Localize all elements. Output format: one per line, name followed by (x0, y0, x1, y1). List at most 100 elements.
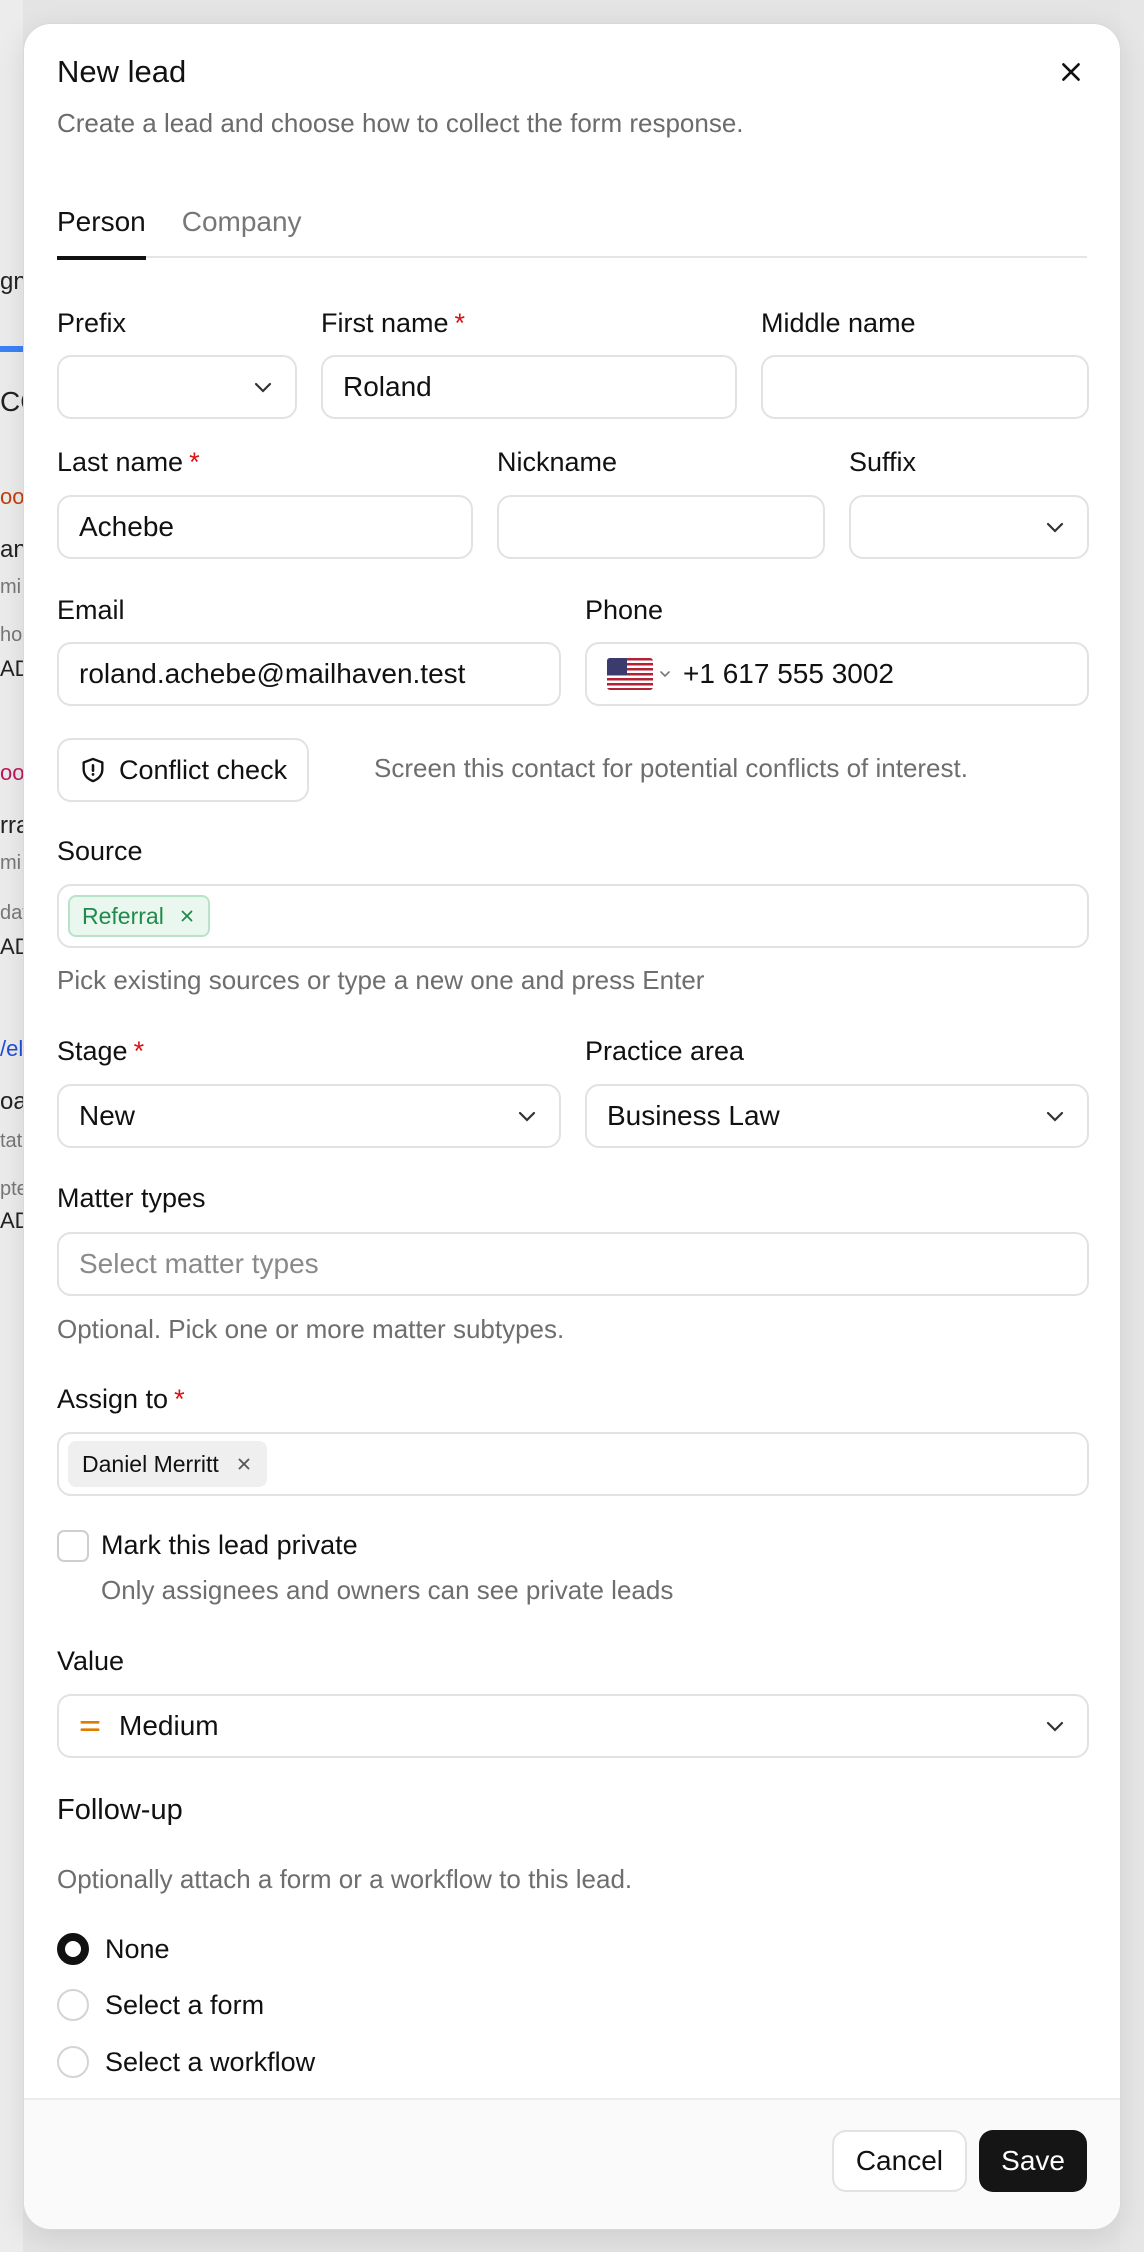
phone-label: Phone (585, 595, 664, 625)
practice-area-value: Business Law (607, 1100, 780, 1131)
remove-chip-icon[interactable] (178, 907, 196, 925)
chevron-down-icon (1046, 1111, 1064, 1122)
source-label: Source (57, 836, 143, 866)
required-marker: * (454, 308, 466, 338)
follow-up-description: Optionally attach a form or a workflow t… (57, 1864, 633, 1894)
private-label: Mark this lead private (101, 1530, 358, 1560)
radio-select-form[interactable] (57, 1989, 89, 2021)
background-text: tat (0, 1130, 23, 1152)
private-help: Only assignees and owners can see privat… (101, 1575, 674, 1605)
new-lead-dialog: New lead Create a lead and choose how to… (23, 23, 1121, 2230)
stage-label-text: Stage (57, 1036, 128, 1066)
background-text: pte (0, 1178, 23, 1200)
background-text: AD (0, 934, 23, 959)
assign-to-input[interactable]: Daniel Merritt (57, 1432, 1089, 1496)
last-name-input[interactable]: Achebe (57, 495, 473, 559)
source-chip-label: Referral (82, 902, 164, 929)
last-name-value: Achebe (79, 511, 174, 542)
background-text: ooc (0, 484, 23, 509)
first-name-input[interactable]: Roland (321, 355, 737, 419)
background-text: AD (0, 656, 23, 681)
required-marker: * (174, 1384, 185, 1414)
email-label: Email (57, 595, 125, 625)
first-name-value: Roland (343, 371, 432, 402)
background-text: rra (0, 812, 23, 839)
radio-none[interactable] (57, 1933, 89, 1965)
middle-name-label: Middle name (761, 308, 916, 338)
background-text: mi (0, 852, 22, 874)
nickname-input[interactable] (497, 495, 825, 559)
conflict-check-label: Conflict check (119, 754, 288, 785)
background-accent-bar (0, 346, 23, 352)
prefix-select[interactable] (57, 355, 297, 419)
chevron-down-icon (254, 382, 272, 393)
tab-company[interactable]: Company (182, 184, 302, 258)
save-button[interactable]: Save (979, 2130, 1087, 2192)
nickname-label: Nickname (497, 447, 618, 477)
phone-input[interactable]: +1 617 555 3002 (585, 642, 1089, 706)
assignee-chip: Daniel Merritt (68, 1441, 267, 1487)
shield-alert-icon (82, 757, 104, 783)
required-marker: * (133, 1036, 145, 1066)
dialog-footer: Cancel Save (24, 2098, 1120, 2229)
dialog-subtitle: Create a lead and choose how to collect … (57, 108, 744, 138)
background-text: oar (0, 1088, 23, 1115)
tab-person[interactable]: Person (57, 184, 146, 260)
last-name-label: Last name * (57, 447, 200, 478)
source-input[interactable]: Referral (57, 884, 1089, 948)
conflict-check-button[interactable]: Conflict check (57, 738, 310, 802)
background-text: an (0, 536, 23, 563)
background-text: gne (0, 268, 23, 295)
us-flag-icon (607, 658, 653, 690)
assign-to-label-text: Assign to (57, 1384, 169, 1414)
country-select[interactable] (607, 658, 673, 690)
background-page (0, 0, 23, 2252)
stage-value: New (79, 1100, 136, 1131)
assignee-chip-label: Daniel Merritt (82, 1450, 219, 1477)
chevron-down-icon (1046, 1721, 1064, 1732)
middle-name-input[interactable] (761, 355, 1089, 419)
suffix-label: Suffix (849, 447, 917, 477)
background-page-right (1120, 0, 1144, 2252)
stage-select[interactable]: New (57, 1084, 561, 1148)
practice-area-label: Practice area (585, 1036, 745, 1066)
private-checkbox[interactable] (57, 1530, 89, 1562)
remove-chip-icon[interactable] (235, 1455, 253, 1473)
first-name-label: First name * (321, 308, 465, 339)
source-help: Pick existing sources or type a new one … (57, 965, 705, 995)
radio-select-workflow-label: Select a workflow (105, 2047, 316, 2077)
close-button[interactable] (1053, 54, 1089, 90)
background-text: ooc (0, 760, 23, 785)
conflict-check-description: Screen this contact for potential confli… (374, 753, 968, 783)
required-marker: * (189, 447, 200, 477)
email-input[interactable]: roland.achebe@mailhaven.test (57, 642, 561, 706)
phone-value: +1 617 555 3002 (683, 658, 894, 689)
assign-to-label: Assign to * (57, 1384, 185, 1415)
background-text: AD (0, 1208, 23, 1233)
radio-select-workflow[interactable] (57, 2046, 89, 2078)
matter-types-help: Optional. Pick one or more matter subtyp… (57, 1314, 565, 1344)
close-icon (1062, 63, 1080, 81)
background-text: mi (0, 576, 22, 598)
follow-up-title: Follow-up (57, 1794, 183, 1826)
radio-select-form-label: Select a form (105, 1990, 265, 2020)
practice-area-select[interactable]: Business Law (585, 1084, 1089, 1148)
matter-types-label: Matter types (57, 1183, 206, 1213)
background-text: hoi (0, 624, 23, 646)
value-select[interactable]: Medium (57, 1694, 1089, 1758)
chevron-down-icon (1046, 522, 1064, 533)
background-text: CO (0, 386, 23, 417)
email-value: roland.achebe@mailhaven.test (79, 658, 466, 689)
last-name-label-text: Last name (57, 447, 184, 477)
prefix-label: Prefix (57, 308, 127, 338)
medium-priority-icon (80, 1721, 100, 1731)
stage-label: Stage * (57, 1036, 144, 1067)
background-text: /el (0, 1036, 23, 1061)
suffix-select[interactable] (849, 495, 1089, 559)
value-label: Value (57, 1646, 125, 1676)
cancel-button[interactable]: Cancel (831, 2130, 967, 2192)
chevron-down-icon (518, 1111, 536, 1122)
value-selected: Medium (119, 1710, 219, 1741)
background-text: day (0, 902, 23, 924)
matter-types-input[interactable]: Select matter types (57, 1232, 1089, 1296)
